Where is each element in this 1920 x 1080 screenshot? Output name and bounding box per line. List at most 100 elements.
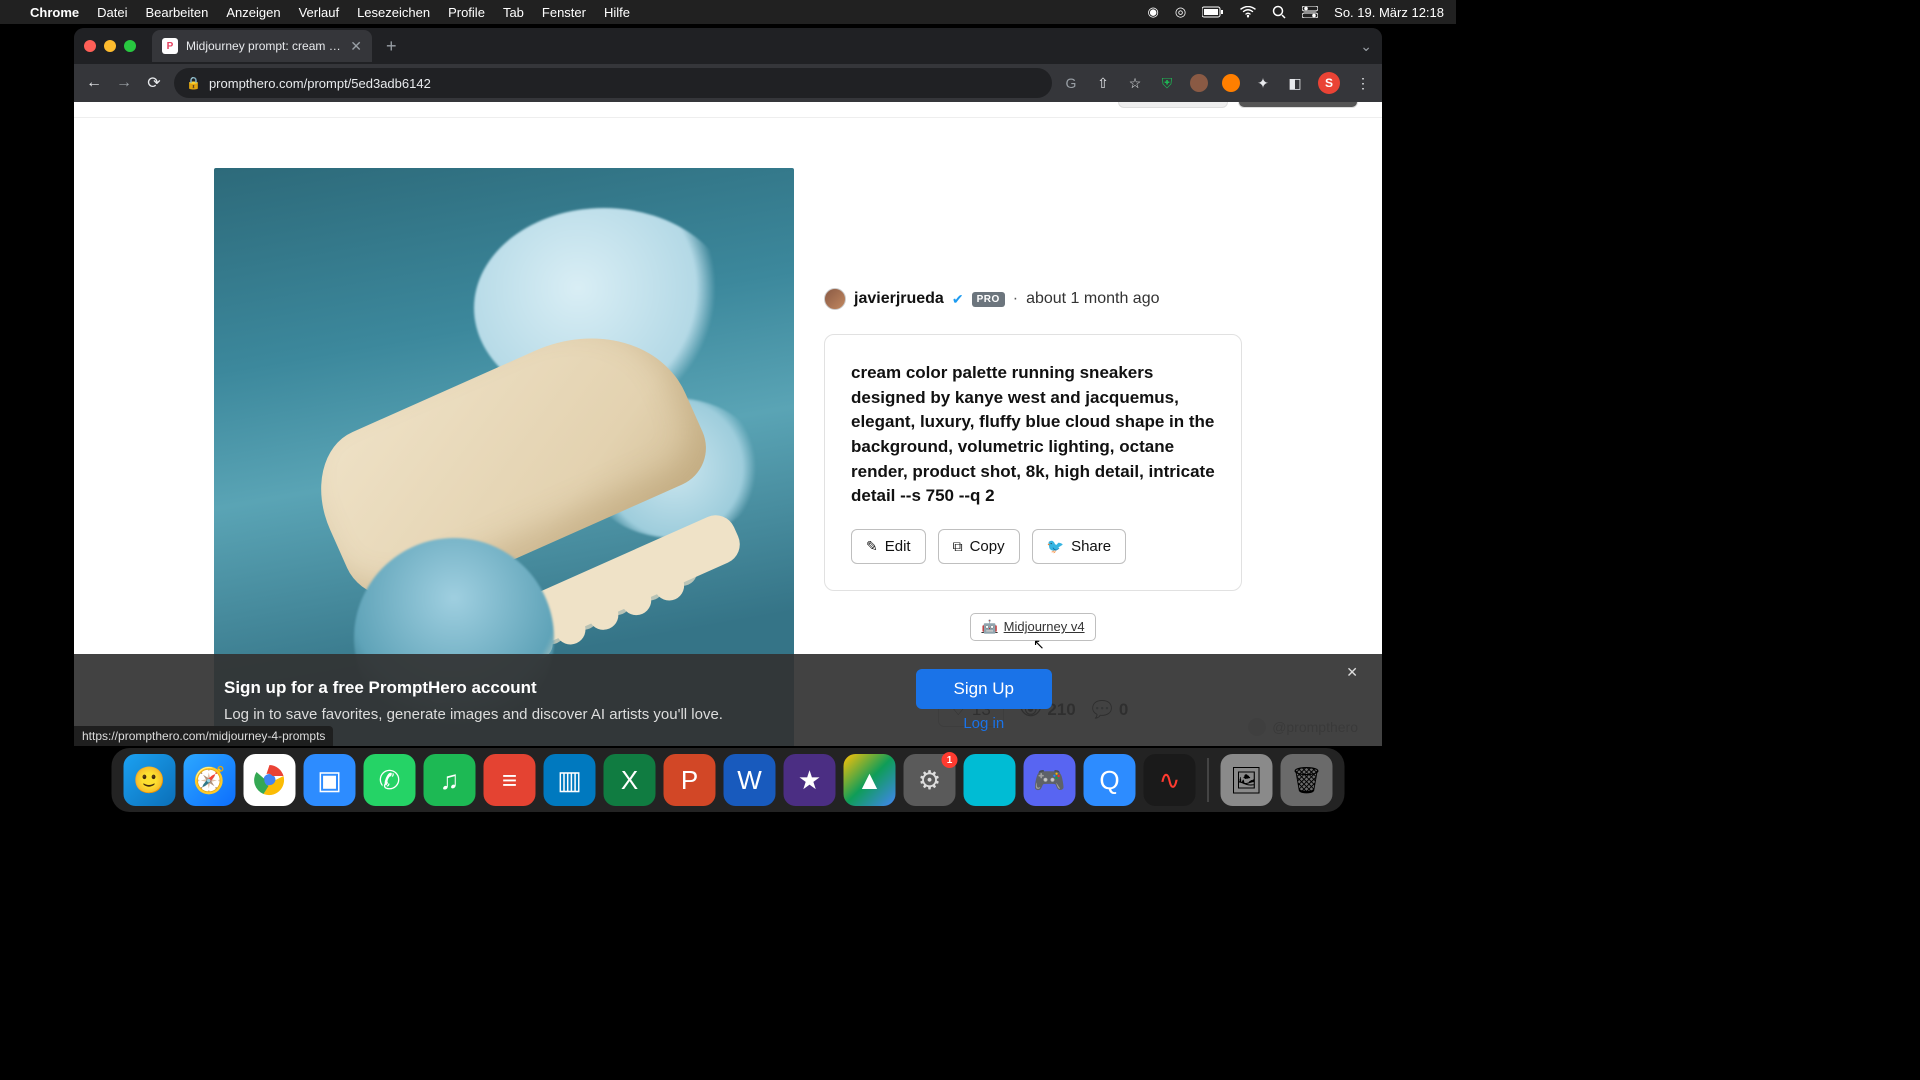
back-button[interactable]: ← [84,74,104,92]
prompt-text: cream color palette running sneakers des… [851,361,1215,509]
share-page-icon[interactable]: ⇧ [1094,74,1112,92]
share-button[interactable]: 🐦 Share [1032,529,1126,564]
window-maximize-button[interactable] [124,40,136,52]
cursor-pointer-icon: ↖ [1033,636,1045,653]
signup-banner-title: Sign up for a free PromptHero account [224,678,916,698]
forward-button[interactable]: → [114,74,134,92]
profile-avatar[interactable]: S [1318,72,1340,94]
url-text: prompthero.com/prompt/5ed3adb6142 [209,76,431,91]
window-controls [84,40,136,52]
window-minimize-button[interactable] [104,40,116,52]
dock-excel[interactable]: X [604,754,656,806]
dock-discord[interactable]: 🎮 [1024,754,1076,806]
robot-icon: 🤖 [981,619,997,635]
edit-label: Edit [885,538,911,555]
author-row: javierjrueda ✔︎ PRO · about 1 month ago [824,288,1242,310]
sidepanel-icon[interactable]: ◧ [1286,74,1304,92]
control-center-icon[interactable] [1302,6,1318,18]
extension-icon-1[interactable] [1190,74,1208,92]
copy-label: Copy [970,538,1005,555]
dock-whatsapp[interactable]: ✆ [364,754,416,806]
login-link[interactable]: Log in [963,715,1004,732]
edit-button[interactable]: ✎ Edit [851,529,926,564]
extensions-puzzle-icon[interactable]: ✦ [1254,74,1272,92]
macos-dock: 🙂 🧭 ▣ ✆ ♫ ≡ ▥ X P W ★ ▲ ⚙ 🎮 Q ∿ 🖼 🗑 [112,748,1345,812]
dock-quicktime[interactable]: Q [1084,754,1136,806]
menu-verlauf[interactable]: Verlauf [299,5,339,20]
wifi-icon[interactable] [1240,6,1256,18]
pencil-icon: ✎ [866,538,878,555]
extension-shield-icon[interactable]: ⛨ [1158,74,1176,92]
tab-title: Midjourney prompt: cream col… [186,39,342,53]
reload-button[interactable]: ⟳ [144,73,164,93]
menu-profile[interactable]: Profile [448,5,485,20]
separator-dot: · [1013,290,1018,308]
model-tag-link[interactable]: 🤖 Midjourney v4 ↖ [970,613,1095,641]
signup-banner-subtitle: Log in to save favorites, generate image… [224,706,916,723]
dock-trash[interactable]: 🗑 [1281,754,1333,806]
active-app-name[interactable]: Chrome [30,5,79,20]
banner-close-icon[interactable]: ✕ [1346,664,1358,681]
lock-icon: 🔒 [186,76,201,90]
menu-datei[interactable]: Datei [97,5,127,20]
dock-spotify[interactable]: ♫ [424,754,476,806]
copy-button[interactable]: ⧉ Copy [938,529,1020,564]
author-name-link[interactable]: javierjrueda [854,290,944,308]
menu-tab[interactable]: Tab [503,5,524,20]
dock-chrome[interactable] [244,754,296,806]
dock-powerpoint[interactable]: P [664,754,716,806]
dock-todoist[interactable]: ≡ [484,754,536,806]
record-icon[interactable]: ◉ [1147,4,1158,20]
dock-imovie[interactable]: ★ [784,754,836,806]
chrome-menu-icon[interactable]: ⋮ [1354,74,1372,92]
header-control-dark[interactable] [1238,102,1358,108]
header-control-light[interactable] [1118,102,1228,108]
menu-fenster[interactable]: Fenster [542,5,586,20]
pro-badge: PRO [972,292,1005,307]
page-header-sliver [74,102,1382,118]
prompt-card: cream color palette running sneakers des… [824,334,1242,591]
twitter-icon: 🐦 [1047,538,1064,555]
screen-record-icon[interactable]: ◎ [1175,4,1186,20]
dock-voice-memos[interactable]: ∿ [1144,754,1196,806]
tab-favicon: P [162,38,178,54]
dock-preview[interactable]: 🖼 [1221,754,1273,806]
status-bar-url: https://prompthero.com/midjourney-4-prom… [74,726,333,746]
battery-icon[interactable] [1202,6,1224,18]
google-lens-icon[interactable]: G [1062,74,1080,92]
menubar-clock[interactable]: So. 19. März 12:18 [1334,5,1444,20]
tab-overflow-icon[interactable]: ⌄ [1360,38,1372,55]
dock-settings[interactable]: ⚙ [904,754,956,806]
dock-separator [1208,758,1209,802]
extension-icon-2[interactable] [1222,74,1240,92]
dock-app-teal[interactable] [964,754,1016,806]
address-bar[interactable]: 🔒 prompthero.com/prompt/5ed3adb6142 [174,68,1052,98]
dock-trello[interactable]: ▥ [544,754,596,806]
spotlight-icon[interactable] [1272,5,1286,19]
chrome-window: P Midjourney prompt: cream col… ✕ + ⌄ ← … [74,28,1382,746]
new-tab-button[interactable]: + [380,36,403,57]
window-close-button[interactable] [84,40,96,52]
tab-close-icon[interactable]: ✕ [350,38,362,55]
bookmark-star-icon[interactable]: ☆ [1126,74,1144,92]
menu-anzeigen[interactable]: Anzeigen [226,5,280,20]
dock-finder[interactable]: 🙂 [124,754,176,806]
page-viewport: javierjrueda ✔︎ PRO · about 1 month ago … [74,102,1382,746]
menu-lesezeichen[interactable]: Lesezeichen [357,5,430,20]
author-avatar[interactable] [824,288,846,310]
menu-bearbeiten[interactable]: Bearbeiten [145,5,208,20]
copy-icon: ⧉ [953,538,963,555]
signup-button[interactable]: Sign Up [916,669,1052,709]
share-label: Share [1071,538,1111,555]
verified-badge-icon: ✔︎ [952,291,964,308]
model-label: Midjourney v4 [1004,619,1085,634]
dock-gdrive[interactable]: ▲ [844,754,896,806]
dock-word[interactable]: W [724,754,776,806]
chrome-tabstrip: P Midjourney prompt: cream col… ✕ + ⌄ [74,28,1382,64]
chrome-toolbar: ← → ⟳ 🔒 prompthero.com/prompt/5ed3adb614… [74,64,1382,102]
dock-zoom[interactable]: ▣ [304,754,356,806]
macos-menubar: Chrome Datei Bearbeiten Anzeigen Verlauf… [0,0,1456,24]
dock-safari[interactable]: 🧭 [184,754,236,806]
browser-tab[interactable]: P Midjourney prompt: cream col… ✕ [152,30,372,62]
menu-hilfe[interactable]: Hilfe [604,5,630,20]
